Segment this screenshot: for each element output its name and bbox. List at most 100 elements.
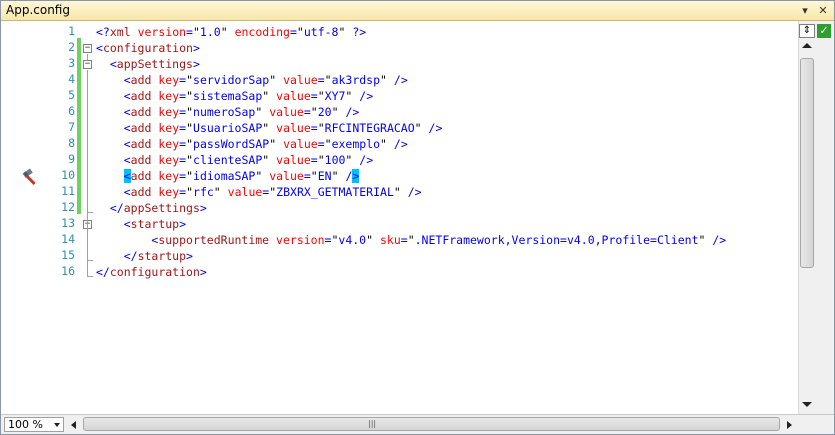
code-token: " — [331, 105, 339, 119]
glyph-margin[interactable] — [1, 21, 49, 414]
code-token: < — [123, 105, 131, 119]
code-token: " — [186, 89, 194, 103]
scroll-left-arrow-icon[interactable] — [71, 421, 76, 429]
code-token: < — [123, 137, 131, 151]
code-token: sistemaSap — [193, 89, 263, 103]
change-tracking-bar — [77, 38, 81, 214]
code-token: startup — [130, 217, 180, 231]
code-token: key — [158, 169, 180, 183]
code-token: servidorSap — [193, 73, 270, 87]
line-number: 16 — [61, 264, 75, 278]
code-token: utf-8 — [303, 25, 339, 39]
scroll-grip-icon: ||| — [368, 419, 377, 428]
collapse-appsettings-icon[interactable]: − — [83, 60, 92, 69]
code-token: add — [130, 185, 152, 199]
code-token: key — [158, 185, 180, 199]
code-line[interactable]: <add key="passWordSAP" value="exemplo" /… — [96, 136, 408, 152]
code-token: < — [123, 169, 131, 183]
code-token: 100 — [324, 153, 346, 167]
line-number: 14 — [61, 232, 75, 246]
code-token: value — [269, 105, 304, 119]
code-line[interactable]: <supportedRuntime version="v4.0" sku=".N… — [96, 232, 726, 248]
line-number: 3 — [68, 56, 75, 70]
code-token: add — [130, 169, 152, 183]
code-token: ?> — [352, 25, 367, 39]
code-token: " — [186, 169, 194, 183]
code-token: /> — [393, 137, 408, 151]
document-tab[interactable]: App.config ▾ ✕ — [1, 1, 834, 21]
code-token: " — [220, 25, 228, 39]
code-token: " — [414, 121, 422, 135]
line-number: 12 — [61, 200, 75, 214]
code-token: " — [186, 121, 194, 135]
close-icon[interactable]: ✕ — [815, 3, 831, 19]
code-token: add — [130, 73, 152, 87]
code-line[interactable]: <add key="clienteSAP" value="100" /> — [96, 152, 373, 168]
code-token: passWordSAP — [193, 137, 270, 151]
code-token: ZBXRX_GETMATERIAL — [276, 185, 394, 199]
code-token: = — [289, 25, 297, 39]
code-line[interactable]: <add key="idiomaSAP" value="EN" /> — [96, 168, 360, 184]
code-token: version — [276, 233, 325, 247]
scroll-right-arrow-icon[interactable] — [787, 421, 792, 429]
code-token: > — [199, 265, 207, 279]
vertical-scrollbar[interactable]: ⇕ — [798, 21, 816, 414]
code-token: add — [130, 153, 152, 167]
scroll-down-arrow-icon[interactable] — [802, 402, 812, 407]
code-token: appSettings — [116, 57, 193, 71]
code-line[interactable]: </startup> — [96, 248, 193, 264]
code-token: = — [310, 89, 318, 103]
code-token: XY7 — [324, 89, 346, 103]
code-token: " — [407, 233, 415, 247]
line-number: 11 — [61, 184, 75, 198]
code-token: </ — [96, 265, 110, 279]
code-line[interactable]: <add key="servidorSap" value="ak3rdsp" /… — [96, 72, 408, 88]
code-line[interactable]: <?xml version="1.0" encoding="utf-8" ?> — [96, 24, 366, 40]
code-token: = — [400, 233, 408, 247]
code-token: configuration — [102, 41, 193, 55]
check-icon: ✓ — [817, 24, 831, 38]
split-window-icon[interactable]: ⇕ — [799, 24, 815, 38]
code-token: < — [123, 185, 131, 199]
chevron-down-icon — [54, 423, 60, 427]
code-area[interactable]: <?xml version="1.0" encoding="utf-8" ?> <… — [96, 21, 796, 414]
code-line[interactable]: <startup> — [96, 216, 186, 232]
code-line[interactable]: <add key="numeroSap" value="20" /> — [96, 104, 360, 120]
code-token: = — [303, 105, 311, 119]
outlining-margin: − − − — [82, 21, 94, 414]
vertical-scroll-thumb[interactable] — [800, 58, 814, 268]
code-line[interactable]: <add key="UsuarioSAP" value="RFCINTEGRAC… — [96, 120, 443, 136]
scroll-up-arrow-icon[interactable] — [802, 43, 812, 48]
code-line[interactable]: </configuration> — [96, 264, 207, 280]
code-token: add — [130, 137, 152, 151]
hammer-icon — [22, 168, 36, 185]
code-token: encoding — [234, 25, 290, 39]
code-token: key — [158, 73, 180, 87]
code-line[interactable]: <add key="sistemaSap" value="XY7" /> — [96, 88, 373, 104]
code-token: > — [352, 169, 360, 183]
code-line[interactable]: <add key="rfc" value="ZBXRX_GETMATERIAL"… — [96, 184, 422, 200]
code-line[interactable]: <configuration> — [96, 40, 200, 56]
line-number: 5 — [68, 88, 75, 102]
code-token: value — [227, 185, 263, 199]
code-line[interactable]: </appSettings> — [96, 200, 207, 216]
zoom-select[interactable]: 100 % — [4, 417, 64, 432]
collapse-configuration-icon[interactable]: − — [83, 44, 92, 53]
code-line[interactable]: <appSettings> — [96, 56, 200, 72]
code-editor[interactable]: 12345678910111213141516 − − − <?xml vers… — [1, 21, 798, 414]
code-token: idiomaSAP — [193, 169, 256, 183]
code-token: add — [130, 105, 152, 119]
horizontal-scroll-thumb[interactable]: ||| — [83, 417, 780, 431]
window-position-dropdown-icon[interactable]: ▾ — [797, 3, 813, 19]
code-token: = — [317, 137, 325, 151]
line-number: 1 — [68, 24, 75, 38]
